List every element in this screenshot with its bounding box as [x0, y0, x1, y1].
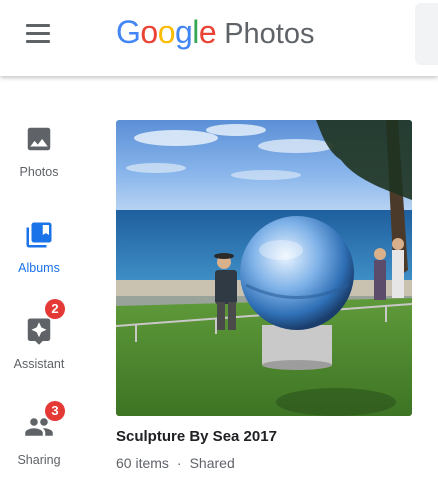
sharing-badge: 3	[45, 401, 65, 421]
google-wordmark: Google	[116, 14, 217, 51]
album-meta: 60 items · Shared	[116, 455, 235, 471]
main-menu-button[interactable]	[18, 16, 58, 52]
album-item-count: 60 items	[116, 455, 169, 471]
nav-item-assistant[interactable]: 2 Assistant	[0, 299, 78, 384]
search-bar[interactable]	[415, 3, 438, 65]
photo-icon	[27, 127, 51, 151]
logo-letter: o	[140, 14, 158, 50]
sculpture-photo	[116, 120, 412, 416]
album-shared-status: Shared	[189, 455, 235, 471]
nav-item-photos[interactable]: Photos	[0, 110, 78, 192]
app-header: Google Photos	[0, 0, 438, 76]
assistant-icon	[27, 318, 51, 345]
nav-label-sharing: Sharing	[17, 453, 61, 467]
nav-item-albums[interactable]: Albums	[0, 206, 78, 288]
nav-item-sharing[interactable]: 3 Sharing	[0, 398, 78, 480]
albums-icon	[26, 222, 52, 248]
logo-letter: e	[198, 14, 217, 50]
logo-letter: G	[116, 14, 141, 50]
logo-letter: o	[157, 14, 176, 50]
nav-label-photos: Photos	[19, 165, 59, 179]
album-title[interactable]: Sculpture By Sea 2017	[116, 428, 277, 445]
nav-label-albums: Albums	[18, 261, 60, 275]
google-photos-logo[interactable]: Google Photos	[116, 14, 314, 54]
hamburger-menu-icon	[26, 24, 50, 27]
logo-letter: l	[192, 14, 199, 50]
logo-letter: g	[174, 14, 193, 50]
nav-label-assistant: Assistant	[13, 357, 65, 371]
assistant-badge: 2	[45, 299, 65, 319]
product-name: Photos	[224, 18, 315, 50]
album-cover-image[interactable]	[116, 120, 412, 416]
meta-separator: ·	[176, 455, 182, 471]
